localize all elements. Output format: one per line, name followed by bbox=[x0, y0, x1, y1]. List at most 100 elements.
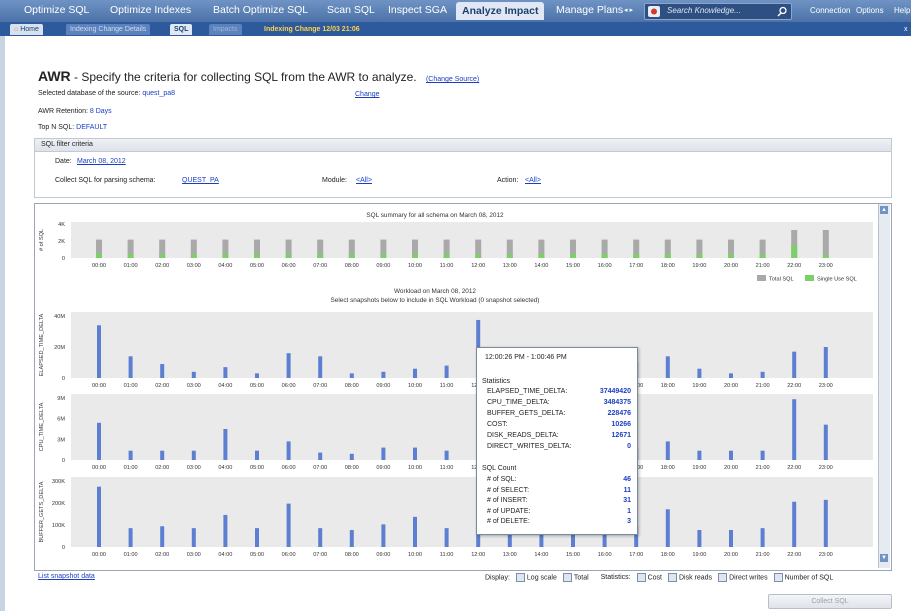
tab-indexing-change-details[interactable]: Indexing Change Details bbox=[66, 24, 151, 35]
metric-x-tick: 22:00 bbox=[787, 552, 801, 558]
metric-x-tick: 03:00 bbox=[187, 383, 201, 389]
metric-x-tick: 00:00 bbox=[92, 552, 106, 558]
tooltip-count-label: # of INSERT: bbox=[487, 497, 528, 504]
module-link[interactable]: <All> bbox=[356, 177, 372, 184]
metric-x-tick: 05:00 bbox=[250, 552, 264, 558]
metric-bar bbox=[665, 509, 670, 547]
metric-x-tick: 23:00 bbox=[819, 383, 833, 389]
metric-y-tick: 9M bbox=[57, 396, 65, 402]
search-icon[interactable] bbox=[777, 6, 788, 17]
list-snapshot-data-link[interactable]: List snapshot data bbox=[38, 573, 95, 580]
tooltip-stat-label: BUFFER_GETS_DELTA: bbox=[487, 410, 566, 417]
metric-bar bbox=[191, 450, 196, 460]
single-use-sql-bar bbox=[601, 254, 608, 258]
direct-writes-checkbox[interactable] bbox=[718, 573, 728, 582]
page-title-strong: AWR bbox=[38, 68, 71, 84]
metric-x-tick: 12:00 bbox=[471, 552, 485, 558]
metric-bar bbox=[729, 530, 733, 547]
number-of-sql-label: Number of SQL bbox=[784, 574, 834, 582]
metric-y-tick: 6M bbox=[57, 417, 65, 423]
tab-manage-plans[interactable]: Manage Plans bbox=[556, 4, 623, 16]
workload-title: Workload on March 08, 2012 bbox=[394, 288, 476, 295]
log-scale-checkbox[interactable] bbox=[515, 573, 525, 582]
metric-x-tick: 02:00 bbox=[155, 465, 169, 471]
tab-sql[interactable]: SQL bbox=[170, 24, 193, 35]
tooltip-stat-value: 3484375 bbox=[603, 399, 631, 406]
total-checkbox[interactable] bbox=[562, 573, 572, 582]
metric-x-tick: 03:00 bbox=[187, 552, 201, 558]
metric-bar bbox=[697, 368, 702, 378]
metric-bar bbox=[255, 373, 259, 378]
single-use-sql-bar bbox=[159, 254, 166, 258]
summary-x-tick: 20:00 bbox=[724, 263, 738, 269]
legend-total-swatch bbox=[757, 275, 766, 281]
home-tab[interactable]: ⌂ Home bbox=[10, 24, 43, 35]
tab-impacts[interactable]: Impacts bbox=[209, 24, 242, 35]
single-use-sql-bar bbox=[664, 254, 671, 258]
metric-x-tick: 05:00 bbox=[250, 383, 264, 389]
close-icon[interactable]: x bbox=[900, 24, 911, 35]
change-source-link[interactable]: (Change Source) bbox=[426, 76, 479, 83]
nav-scroll-arrows-icon[interactable]: ◂ ▸ bbox=[624, 6, 633, 14]
single-use-sql-bar bbox=[222, 254, 229, 258]
action-link[interactable]: <All> bbox=[525, 177, 541, 184]
tab-optimize-sql[interactable]: Optimize SQL bbox=[24, 4, 89, 16]
page-title-text: - Specify the criteria for collecting SQ… bbox=[70, 70, 417, 84]
metric-bar bbox=[349, 530, 354, 547]
metric-bar bbox=[697, 450, 702, 460]
connection-link[interactable]: Connection bbox=[810, 6, 850, 15]
metric-bar bbox=[160, 364, 165, 378]
number-of-sql-checkbox[interactable] bbox=[773, 573, 783, 582]
retention-value: 8 Days bbox=[89, 108, 112, 115]
snapshot-tooltip: 12:00:26 PM - 1:00:46 PM Statistics ELAP… bbox=[476, 347, 638, 535]
search-knowledge-box[interactable]: Search Knowledge... bbox=[644, 3, 792, 20]
metric-x-tick: 14:00 bbox=[534, 552, 548, 558]
single-use-sql-bar bbox=[538, 254, 545, 258]
date-link[interactable]: March 08, 2012 bbox=[77, 158, 126, 165]
metric-x-tick: 23:00 bbox=[819, 552, 833, 558]
collect-sql-button[interactable]: Collect SQL bbox=[768, 594, 892, 609]
metric-y-tick: 0 bbox=[62, 376, 65, 382]
metric-bar bbox=[792, 501, 797, 547]
display-options: Display: Log scale Total Statistics: Cost Di… bbox=[485, 573, 833, 582]
metric-bar bbox=[128, 528, 133, 547]
metric-bar bbox=[286, 441, 291, 460]
tab-optimize-indexes[interactable]: Optimize Indexes bbox=[110, 4, 191, 16]
tooltip-count-label: # of SELECT: bbox=[487, 486, 530, 494]
summary-x-tick: 19:00 bbox=[692, 263, 706, 269]
disk-reads-checkbox[interactable] bbox=[667, 573, 677, 582]
tooltip-count-label: # of SQL: bbox=[487, 476, 517, 483]
tooltip-stat-label: ELAPSED_TIME_DELTA: bbox=[487, 388, 568, 395]
top-nav: Optimize SQL Optimize Indexes Batch Opti… bbox=[0, 0, 911, 22]
metric-x-tick: 08:00 bbox=[345, 552, 359, 558]
metric-bar bbox=[413, 516, 417, 547]
scroll-down-icon[interactable]: ▼ bbox=[880, 554, 888, 562]
cost-checkbox[interactable] bbox=[636, 573, 646, 582]
db-value: quest_pa8 bbox=[142, 90, 176, 97]
schema-link[interactable]: QUEST_PA bbox=[182, 177, 219, 184]
chart-scrollbar[interactable]: ▲ ▼ bbox=[878, 204, 890, 568]
summary-x-tick: 03:00 bbox=[187, 263, 201, 269]
metric-bar bbox=[381, 524, 386, 547]
tab-analyze-impact[interactable]: Analyze Impact bbox=[456, 2, 545, 20]
legend-single-label: Single Use SQL bbox=[817, 277, 857, 283]
summary-x-tick: 01:00 bbox=[124, 263, 138, 269]
tab-inspect-sga[interactable]: Inspect SGA bbox=[388, 4, 447, 16]
summary-x-tick: 12:00 bbox=[471, 263, 485, 269]
help-link[interactable]: Help bbox=[894, 6, 910, 15]
single-use-sql-bar bbox=[348, 254, 355, 258]
plot-background bbox=[71, 312, 873, 378]
metric-x-tick: 19:00 bbox=[692, 383, 706, 389]
metric-x-tick: 20:00 bbox=[724, 383, 738, 389]
statistics-label: Statistics: bbox=[600, 574, 631, 582]
metric-x-tick: 06:00 bbox=[282, 383, 296, 389]
options-link[interactable]: Options bbox=[856, 6, 884, 15]
scroll-up-icon[interactable]: ▲ bbox=[880, 206, 888, 214]
change-db-link[interactable]: Change bbox=[355, 91, 380, 98]
tab-scan-sql[interactable]: Scan SQL bbox=[327, 4, 375, 16]
single-use-sql-bar bbox=[96, 253, 102, 258]
tab-batch-optimize-sql[interactable]: Batch Optimize SQL bbox=[213, 4, 308, 16]
single-use-sql-bar bbox=[475, 254, 482, 258]
summary-y-tick: 0 bbox=[62, 256, 65, 262]
metric-x-tick: 01:00 bbox=[124, 383, 138, 389]
